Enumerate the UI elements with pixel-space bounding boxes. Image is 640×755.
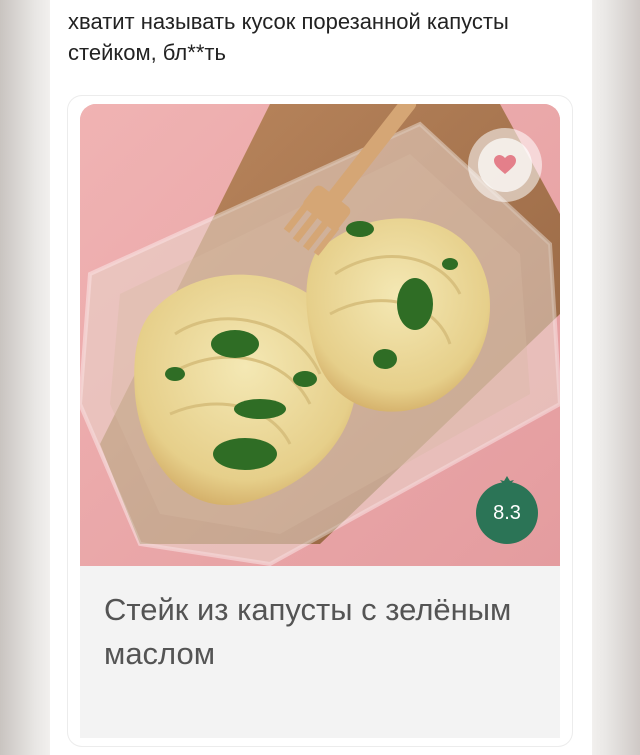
leaf-icon xyxy=(500,476,514,488)
product-card[interactable]: 8.3 Стейк из капусты с зелёным маслом xyxy=(68,96,572,746)
post-screen: хватит называть кусок порезанной капусты… xyxy=(50,0,592,755)
product-title[interactable]: Стейк из капусты с зелёным маслом xyxy=(104,588,524,676)
post-caption: хватит называть кусок порезанной капусты… xyxy=(68,9,509,65)
favorite-button[interactable] xyxy=(468,128,542,202)
rating-badge: 8.3 xyxy=(476,476,538,544)
product-info[interactable]: Стейк из капусты с зелёным маслом xyxy=(80,566,560,738)
favorite-button-inner xyxy=(478,138,532,192)
product-photo[interactable]: 8.3 xyxy=(80,104,560,566)
blurred-right-edge xyxy=(592,0,640,755)
blurred-left-edge xyxy=(0,0,50,755)
heart-icon xyxy=(494,155,516,174)
rating-value: 8.3 xyxy=(493,501,521,524)
